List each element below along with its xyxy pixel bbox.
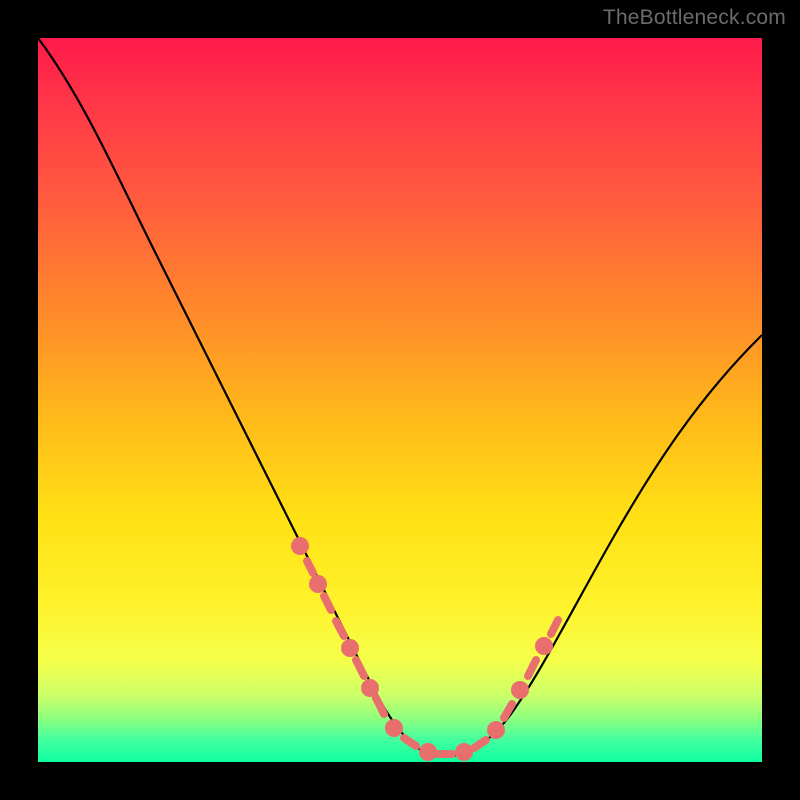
bottleneck-curve <box>38 38 762 757</box>
marker-cluster-left <box>295 541 384 714</box>
chart-frame: TheBottleneck.com <box>0 0 800 800</box>
marker-cluster-right <box>491 620 558 735</box>
marker-cluster-bottom <box>389 723 486 757</box>
plot-area <box>38 38 762 762</box>
watermark-text: TheBottleneck.com <box>603 6 786 30</box>
curve-layer <box>38 38 762 762</box>
